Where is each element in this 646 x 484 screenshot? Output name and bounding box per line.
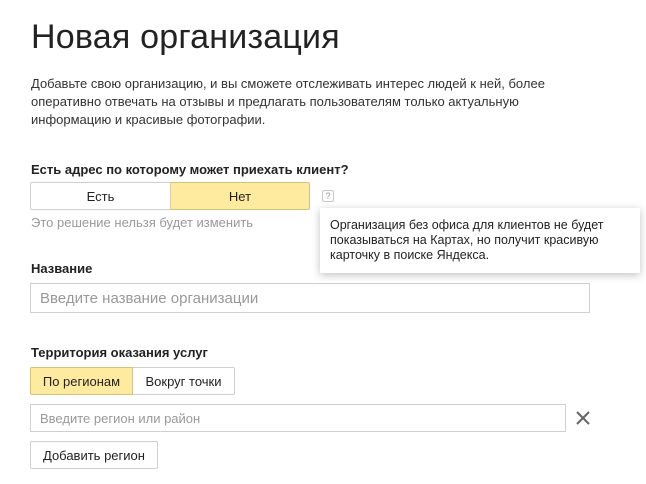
tooltip-line: карточку в поиске Яндекса. — [330, 248, 490, 262]
intro-text: Добавьте свою организацию, и вы сможете … — [31, 75, 571, 129]
territory-option-regions[interactable]: По регионам — [30, 367, 133, 395]
address-tooltip: Организация без офиса для клиентов не бу… — [320, 208, 640, 273]
new-organization-page: Новая организация Добавьте свою организа… — [0, 0, 646, 484]
name-label: Название — [31, 261, 93, 276]
organization-name-input[interactable]: Введите название организации — [30, 283, 590, 313]
territory-option-around-point[interactable]: Вокруг точки — [133, 367, 235, 395]
tooltip-line: Организация без офиса для клиентов не бу… — [330, 218, 604, 232]
address-question-label: Есть адрес по которому может приехать кл… — [31, 162, 349, 177]
territory-label: Территория оказания услуг — [31, 345, 208, 360]
page-title: Новая организация — [31, 18, 340, 56]
address-toggle: Есть Нет — [30, 182, 310, 210]
address-option-yes[interactable]: Есть — [30, 182, 171, 210]
intro-line: Добавьте свою организацию, и вы сможете … — [31, 76, 545, 91]
close-icon[interactable] — [574, 409, 592, 427]
address-option-no[interactable]: Нет — [171, 182, 310, 210]
help-icon[interactable]: ? — [322, 190, 334, 202]
tooltip-line: показываться на Картах, но получит краси… — [330, 233, 599, 247]
territory-toggle: По регионам Вокруг точки — [30, 367, 235, 395]
intro-line: оперативно отвечать на отзывы и предлага… — [31, 94, 519, 109]
region-input[interactable]: Введите регион или район — [30, 404, 566, 432]
add-region-button[interactable]: Добавить регион — [30, 441, 158, 469]
address-hint: Это решение нельзя будет изменить — [31, 215, 254, 230]
intro-line: информацию и красивые фотографии. — [31, 112, 266, 127]
